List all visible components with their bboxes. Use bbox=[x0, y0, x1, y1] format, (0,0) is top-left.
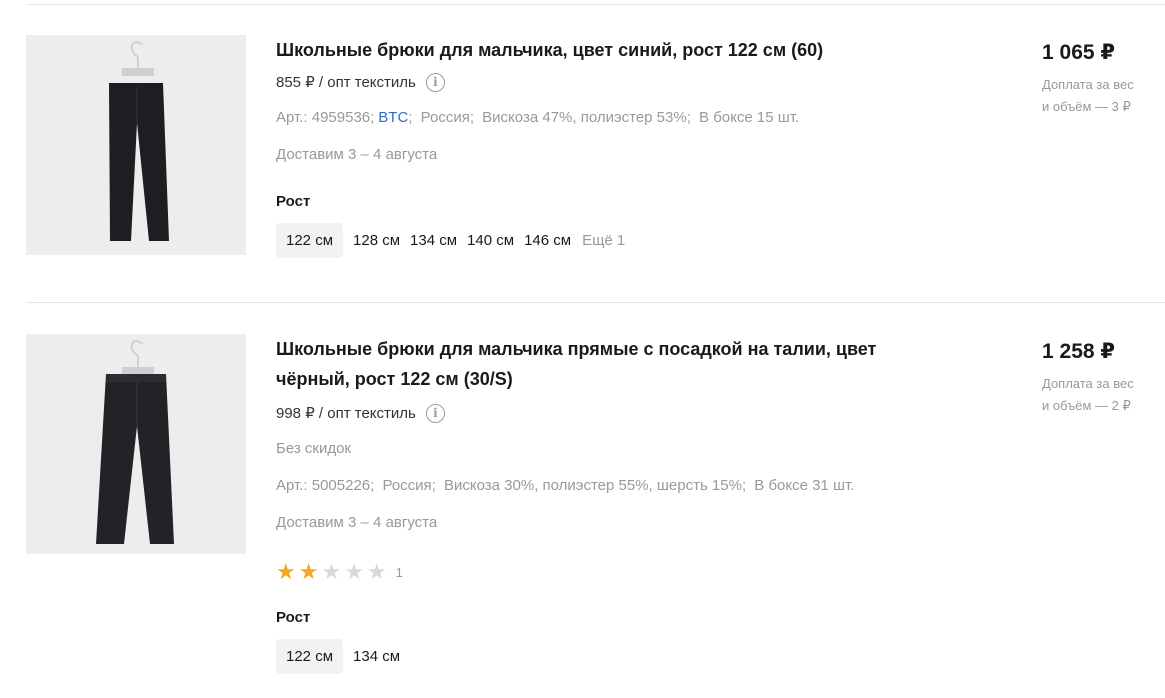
delivery-date: Доставим 3 – 4 августа bbox=[276, 146, 438, 163]
product-meta: Арт.: 4959536; BTC; Россия; Вискоза 47%, … bbox=[276, 109, 800, 126]
product-title[interactable]: Школьные брюки для мальчика прямые с пос… bbox=[276, 334, 896, 394]
delivery-date: Доставим 3 – 4 августа bbox=[276, 514, 438, 531]
size-option[interactable]: 128 см bbox=[348, 223, 405, 258]
wholesale-price-text: 855 ₽ / опт текстиль bbox=[276, 74, 416, 91]
star-icon: ★ bbox=[298, 559, 319, 584]
surcharge-line: и объём — 2 ₽ bbox=[1042, 398, 1131, 413]
wholesale-price-text: 998 ₽ / опт текстиль bbox=[276, 405, 416, 422]
info-icon[interactable]: i bbox=[425, 403, 445, 423]
article-number: Арт.: 5005226; bbox=[276, 477, 375, 494]
weight-surcharge: Доплата за вес и объём — 2 ₽ bbox=[1042, 373, 1165, 417]
discount-status: Без скидок bbox=[276, 440, 351, 457]
card-divider bbox=[26, 302, 1165, 303]
size-option[interactable]: 122 см bbox=[276, 639, 344, 674]
product-price: 1 258 ₽ bbox=[1042, 340, 1115, 363]
size-option[interactable]: 122 см bbox=[276, 223, 344, 258]
country: Россия; bbox=[420, 109, 474, 126]
star-icon: ★ bbox=[321, 559, 342, 584]
size-option[interactable]: 146 см bbox=[519, 223, 576, 258]
star-icon: ★ bbox=[366, 559, 387, 584]
size-selector: 122 см 134 см bbox=[276, 639, 896, 674]
size-option[interactable]: 140 см bbox=[462, 223, 519, 258]
box-quantity: В боксе 31 шт. bbox=[754, 477, 855, 494]
wholesale-price: 855 ₽ / опт текстиль i bbox=[276, 72, 896, 92]
composition: Вискоза 47%, полиэстер 53%; bbox=[482, 109, 691, 126]
info-icon[interactable]: i bbox=[425, 72, 445, 92]
size-option[interactable]: 134 см bbox=[405, 223, 462, 258]
size-label: Рост bbox=[276, 193, 311, 210]
top-divider bbox=[26, 4, 1165, 5]
product-title-line: Школьные брюки для мальчика прямые с пос… bbox=[276, 339, 877, 359]
product-image[interactable] bbox=[26, 35, 246, 255]
country: Россия; bbox=[382, 477, 436, 494]
reviews-count[interactable]: 1 bbox=[396, 565, 403, 580]
article-number: Арт.: 4959536; bbox=[276, 109, 375, 126]
product-meta: Арт.: 5005226; Россия; Вискоза 30%, поли… bbox=[276, 477, 896, 497]
box-quantity: В боксе 15 шт. bbox=[699, 109, 800, 126]
wholesale-price: 998 ₽ / опт текстиль i bbox=[276, 403, 896, 423]
size-option[interactable]: 134 см bbox=[348, 639, 405, 674]
product-price: 1 065 ₽ bbox=[1042, 41, 1115, 64]
rating[interactable]: ★ ★ ★ ★ ★ 1 bbox=[276, 559, 896, 584]
brand-link[interactable]: BTC bbox=[378, 109, 408, 126]
star-icon: ★ bbox=[344, 559, 364, 584]
surcharge-line: Доплата за вес bbox=[1042, 376, 1134, 391]
weight-surcharge: Доплата за вес и объём — 3 ₽ bbox=[1042, 74, 1165, 118]
product-title-line: чёрный, рост 122 см (30/S) bbox=[276, 369, 513, 389]
size-label: Рост bbox=[276, 609, 311, 626]
more-sizes-link[interactable]: Ещё 1 bbox=[582, 232, 625, 249]
size-selector: 122 см 128 см 134 см 140 см 146 см Ещё 1 bbox=[276, 223, 896, 258]
product-image[interactable] bbox=[26, 334, 246, 554]
product-title[interactable]: Школьные брюки для мальчика, цвет синий,… bbox=[276, 35, 896, 65]
star-icon: ★ bbox=[276, 559, 296, 584]
surcharge-line: и объём — 3 ₽ bbox=[1042, 99, 1131, 114]
surcharge-line: Доплата за вес bbox=[1042, 77, 1134, 92]
composition: Вискоза 30%, полиэстер 55%, шерсть 15%; bbox=[444, 477, 747, 494]
